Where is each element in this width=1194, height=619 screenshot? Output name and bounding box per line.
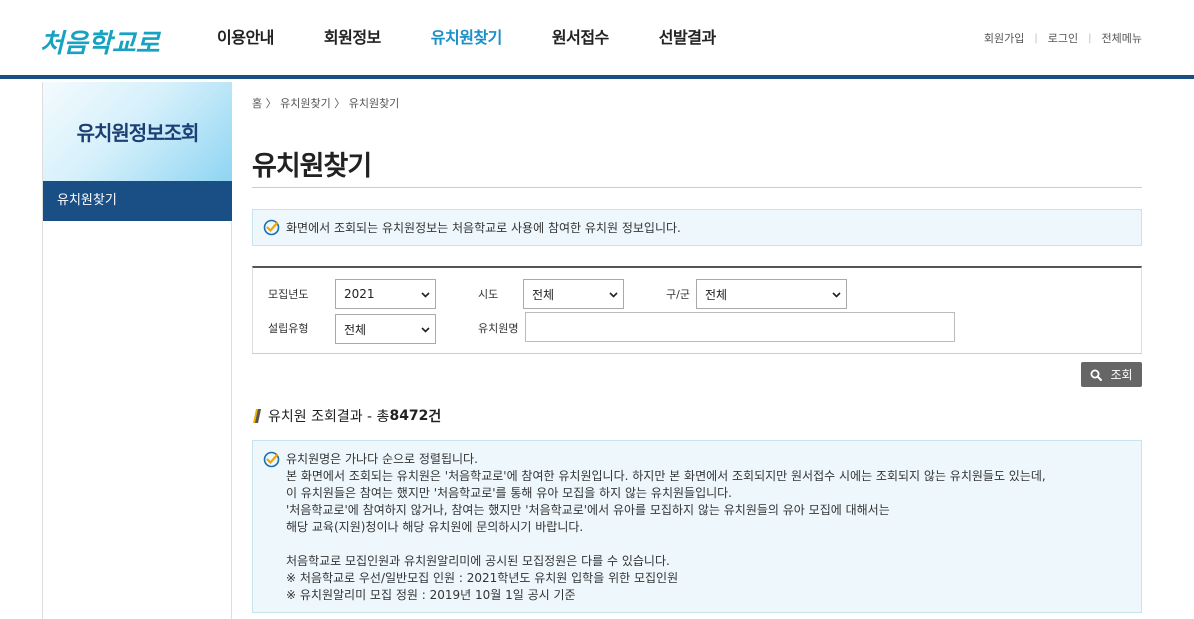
chevron-down-icon bbox=[609, 292, 618, 298]
year-select[interactable]: 2021 bbox=[335, 279, 436, 309]
nav-member[interactable]: 회원정보 bbox=[324, 24, 381, 48]
logo-text: 처음학교로 bbox=[40, 29, 162, 59]
page-title: 유치원찾기 bbox=[252, 151, 372, 182]
breadcrumb: 홈 〉 유치원찾기 〉 유치원찾기 bbox=[252, 97, 400, 110]
join-link[interactable]: 회원가입 bbox=[984, 30, 1024, 46]
title-divider bbox=[252, 187, 1142, 188]
nav-find-kindergarten[interactable]: 유치원찾기 bbox=[431, 24, 503, 48]
nav-application[interactable]: 원서접수 bbox=[552, 24, 609, 48]
gugun-label: 구/군 bbox=[666, 288, 690, 301]
site-header: 처음학교로 이용안내 회원정보 유치원찾기 원서접수 선발결과 회원가입 | 로… bbox=[0, 0, 1194, 76]
result-suffix: 건 bbox=[428, 409, 442, 425]
info-line: 이 유치원들은 참여는 했지만 '처음학교로'를 통해 유아 모집을 하지 않는… bbox=[286, 486, 732, 500]
search-icon bbox=[1090, 369, 1103, 381]
search-button[interactable]: 조회 bbox=[1081, 362, 1142, 387]
check-circle-icon bbox=[263, 451, 280, 468]
info-box: 유치원명은 가나다 순으로 정렬됩니다. 본 화면에서 조회되는 유치원은 '처… bbox=[252, 440, 1142, 613]
info-line: 본 화면에서 조회되는 유치원은 '처음학교로'에 참여한 유치원입니다. 하지… bbox=[286, 469, 1046, 483]
search-form: 모집년도 2021 시도 전체 구/군 전체 설립유형 전체 유치원명 bbox=[252, 266, 1142, 354]
sido-select-value: 전체 bbox=[532, 287, 555, 302]
gugun-select-value: 전체 bbox=[705, 287, 728, 302]
info-line: '처음학교로'에 참여하지 않거나, 참여는 했지만 '처음학교로'에서 유아를… bbox=[286, 503, 890, 517]
info-line: 처음학교로 모집인원과 유치원알리미에 공시된 모집정원은 다를 수 있습니다. bbox=[286, 554, 670, 568]
chevron-down-icon bbox=[421, 327, 430, 333]
nav-results[interactable]: 선발결과 bbox=[659, 24, 716, 48]
sidebar-title: 유치원정보조회 bbox=[76, 121, 200, 145]
main-nav: 이용안내 회원정보 유치원찾기 원서접수 선발결과 bbox=[217, 24, 766, 48]
notice-text: 화면에서 조회되는 유치원정보는 처음학교로 사용에 참여한 유치원 정보입니다… bbox=[286, 221, 681, 235]
chevron-down-icon bbox=[421, 292, 430, 298]
logo-graphic: 처음학교로 bbox=[40, 29, 162, 59]
info-line: ※ 처음학교로 우선/일반모집 인원 : 2021학년도 유치원 입학을 위한 … bbox=[286, 571, 679, 585]
util-separator: | bbox=[1034, 32, 1038, 44]
sidebar-item-find-kindergarten[interactable]: 유치원찾기 bbox=[43, 181, 232, 221]
all-menu-link[interactable]: 전체메뉴 bbox=[1102, 30, 1142, 46]
type-label: 설립유형 bbox=[268, 322, 309, 335]
info-line: 유치원명은 가나다 순으로 정렬됩니다. bbox=[286, 452, 478, 466]
year-select-value: 2021 bbox=[344, 287, 375, 301]
type-select-value: 전체 bbox=[344, 322, 367, 337]
sido-label: 시도 bbox=[478, 288, 499, 301]
info-line: 해당 교육(지원)청이나 해당 유치원에 문의하시기 바랍니다. bbox=[286, 520, 584, 534]
util-menu: 회원가입 | 로그인 | 전체메뉴 bbox=[984, 30, 1142, 46]
type-select[interactable]: 전체 bbox=[335, 314, 436, 344]
sidebar: 유치원정보조회 유치원찾기 bbox=[42, 82, 232, 619]
result-prefix: 유치원 조회결과 - 총 bbox=[268, 409, 390, 425]
nav-guide[interactable]: 이용안내 bbox=[217, 24, 274, 48]
info-line: ※ 유치원알리미 모집 정원 : 2019년 10월 1일 공시 기준 bbox=[286, 588, 576, 602]
header-divider bbox=[0, 75, 1194, 79]
heading-bar-icon bbox=[253, 409, 261, 423]
chevron-down-icon bbox=[832, 292, 841, 298]
gugun-select[interactable]: 전체 bbox=[696, 279, 847, 309]
result-heading: 유치원 조회결과 - 총 8472 건 bbox=[252, 406, 441, 426]
result-count: 8472 bbox=[389, 408, 429, 424]
login-link[interactable]: 로그인 bbox=[1048, 30, 1078, 46]
sido-select[interactable]: 전체 bbox=[523, 279, 624, 309]
search-button-label: 조회 bbox=[1110, 368, 1133, 382]
year-label: 모집년도 bbox=[268, 288, 309, 301]
info-lines: 유치원명은 가나다 순으로 정렬됩니다. 본 화면에서 조회되는 유치원은 '처… bbox=[286, 451, 1046, 604]
util-separator: | bbox=[1088, 32, 1092, 44]
info-content: 유치원명은 가나다 순으로 정렬됩니다. 본 화면에서 조회되는 유치원은 '처… bbox=[263, 451, 1131, 604]
sidebar-title-box: 유치원정보조회 bbox=[43, 82, 232, 181]
site-logo[interactable]: 처음학교로 bbox=[40, 10, 180, 66]
kindergarten-name-input[interactable] bbox=[525, 312, 955, 342]
check-circle-icon bbox=[263, 219, 280, 236]
notice-box: 화면에서 조회되는 유치원정보는 처음학교로 사용에 참여한 유치원 정보입니다… bbox=[252, 209, 1142, 246]
name-label: 유치원명 bbox=[478, 322, 519, 335]
